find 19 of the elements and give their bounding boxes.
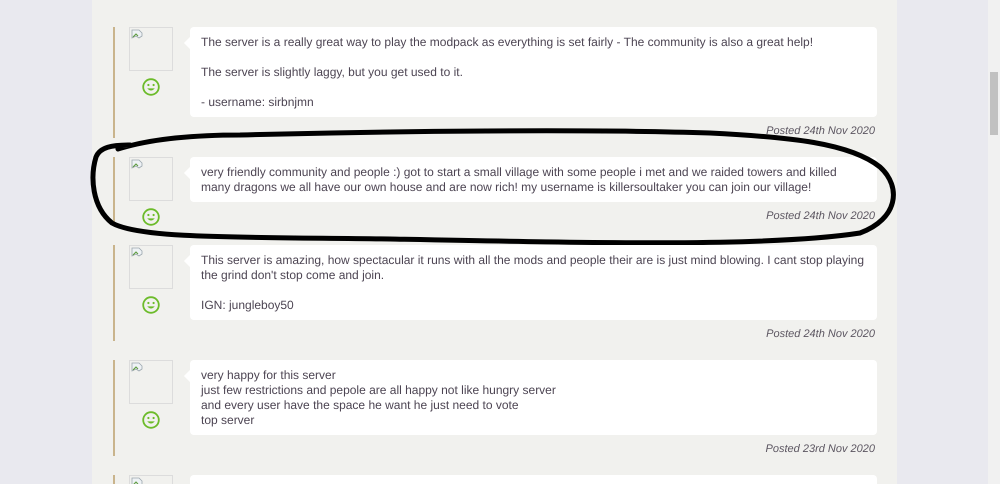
smiley-icon — [142, 296, 160, 314]
review-text: and every user have the space he want he just need to vote — [201, 398, 520, 413]
review-text: This server is amazing, how spectacular it runs with all the mods and people their are is just mind blowing. I cant stop playing the grind don't stop come and join. — [201, 253, 865, 283]
review-text: IGN: jungleboy50 — [201, 298, 295, 313]
smiley-icon — [142, 208, 160, 226]
review-text: The server is slightly laggy, but you get used to it. — [201, 65, 464, 80]
post-date: Posted 23rd Nov 2020 — [766, 442, 875, 456]
scrollbar[interactable] — [988, 0, 1000, 484]
post-date: Posted 24th Nov 2020 — [766, 327, 875, 341]
review-text: The server is a really great way to play the modpack as everything is set fairly - The community is also a great help! — [201, 35, 814, 50]
post-date: Posted 24th Nov 2020 — [766, 209, 875, 223]
smiley-icon — [142, 78, 160, 96]
post-date: Posted 24th Nov 2020 — [766, 124, 875, 138]
review-text: very friendly community and people :) got to start a small village with some people i met and we raided towers and killed many dragons we all have our own house and are now rich! my username is killersoultaker you can join our village! — [201, 165, 838, 195]
review-text: top server — [201, 413, 256, 428]
review-text: just few restrictions and pepole are all happy not like hungry server — [201, 383, 557, 398]
smiley-icon — [142, 411, 160, 429]
review-text: very happy for this server — [201, 368, 337, 383]
review-text: - username: sirbnjmn — [201, 95, 315, 110]
